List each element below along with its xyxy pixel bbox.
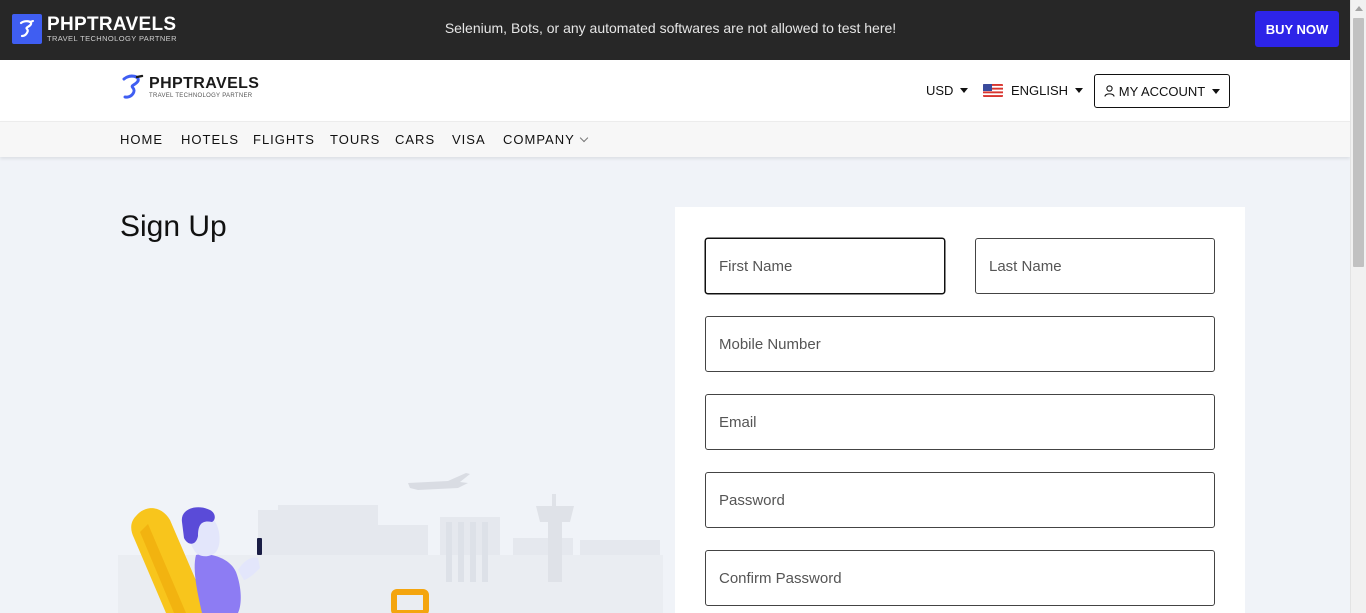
first-name-field[interactable] bbox=[705, 238, 945, 294]
scroll-thumb[interactable] bbox=[1353, 18, 1364, 267]
chevron-down-icon bbox=[579, 133, 589, 143]
site-logo-tagline: TRAVEL TECHNOLOGY PARTNER bbox=[149, 92, 253, 99]
site-logo-name: PHPTRAVELS bbox=[149, 74, 260, 92]
scroll-up-arrow-icon[interactable] bbox=[1355, 6, 1363, 11]
nav-item-home[interactable]: HOME bbox=[120, 132, 163, 147]
nav-item-flights[interactable]: FLIGHTS bbox=[253, 132, 315, 147]
nav-item-tours[interactable]: TOURS bbox=[330, 132, 380, 147]
top-logo-tagline: TRAVEL TECHNOLOGY PARTNER bbox=[47, 34, 177, 44]
traveler-illustration bbox=[118, 473, 663, 613]
nav-item-company[interactable]: COMPANY bbox=[503, 132, 589, 147]
nav-item-company-label: COMPANY bbox=[503, 132, 575, 147]
nav-item-hotels[interactable]: HOTELS bbox=[181, 132, 239, 147]
page-title: Sign Up bbox=[120, 210, 227, 243]
automation-notice: Selenium, Bots, or any automated softwar… bbox=[444, 20, 897, 36]
page-scrollbar[interactable] bbox=[1350, 0, 1366, 613]
signup-form bbox=[675, 207, 1245, 613]
currency-selector[interactable]: USD bbox=[926, 83, 969, 98]
caret-down-icon bbox=[1075, 88, 1084, 93]
site-header: PHPTRAVELS TRAVEL TECHNOLOGY PARTNER USD… bbox=[0, 60, 1350, 121]
confirm-password-field[interactable] bbox=[705, 550, 1215, 606]
my-account-label: MY ACCOUNT bbox=[1118, 83, 1206, 99]
password-field[interactable] bbox=[705, 472, 1215, 528]
user-icon bbox=[1104, 85, 1115, 97]
nav-item-cars[interactable]: CARS bbox=[395, 132, 435, 147]
language-label: ENGLISH bbox=[1011, 83, 1069, 98]
email-field[interactable] bbox=[705, 394, 1215, 450]
caret-down-icon bbox=[960, 88, 969, 93]
buy-now-button[interactable]: BUY NOW bbox=[1255, 11, 1339, 47]
language-selector[interactable]: ENGLISH bbox=[983, 83, 1084, 98]
caret-down-icon bbox=[1212, 88, 1221, 94]
last-name-field[interactable] bbox=[975, 238, 1215, 294]
currency-label: USD bbox=[926, 83, 954, 98]
nav-item-visa[interactable]: VISA bbox=[452, 132, 486, 147]
logo-mark-icon bbox=[122, 74, 144, 99]
top-announcement-bar: PHPTRAVELS TRAVEL TECHNOLOGY PARTNER Sel… bbox=[0, 0, 1350, 60]
us-flag-icon bbox=[983, 84, 1003, 97]
main-nav: HOME HOTELS FLIGHTS TOURS CARS VISA COMP… bbox=[0, 121, 1350, 157]
mobile-number-field[interactable] bbox=[705, 316, 1215, 372]
my-account-button[interactable]: MY ACCOUNT bbox=[1094, 74, 1230, 108]
site-logo[interactable]: PHPTRAVELS TRAVEL TECHNOLOGY PARTNER bbox=[120, 73, 259, 101]
